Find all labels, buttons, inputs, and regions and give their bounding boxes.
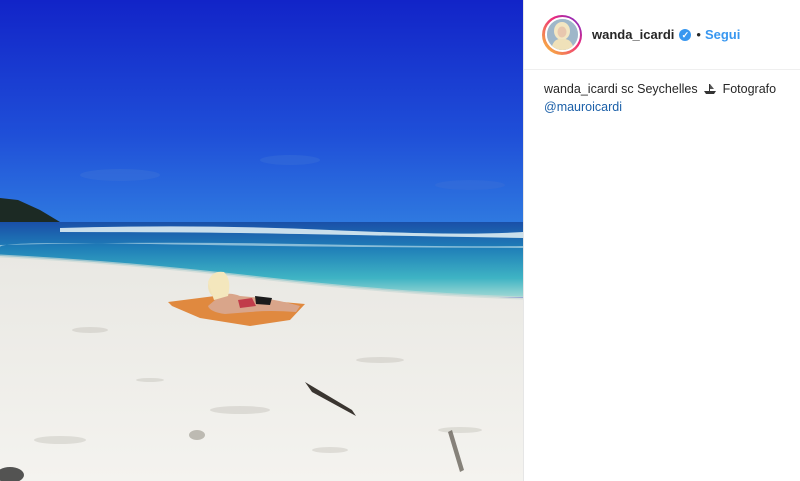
boat-icon (703, 83, 717, 99)
caption-mention-link[interactable]: @mauroicardi (544, 100, 622, 114)
caption-username[interactable]: wanda_icardi (544, 82, 618, 96)
caption-text-before: sc Seychelles (621, 82, 698, 96)
post-sidebar: wanda_icardi ✓ • Segui wanda_icardi sc S… (523, 0, 800, 481)
follow-button[interactable]: Segui (705, 27, 740, 42)
avatar[interactable] (542, 14, 582, 55)
verified-badge-icon: ✓ (679, 28, 692, 41)
beach-photo-illustration (0, 0, 523, 481)
post-username[interactable]: wanda_icardi (592, 27, 674, 42)
profile-picture-icon (546, 19, 578, 50)
post-header: wanda_icardi ✓ • Segui (524, 0, 800, 70)
post-photo[interactable] (0, 0, 523, 481)
avatar-image (544, 17, 580, 52)
caption-text-after: Fotografo (722, 82, 777, 96)
separator-dot: • (696, 27, 701, 42)
post-caption: wanda_icardi sc Seychelles Fotografo @ma… (524, 70, 800, 115)
